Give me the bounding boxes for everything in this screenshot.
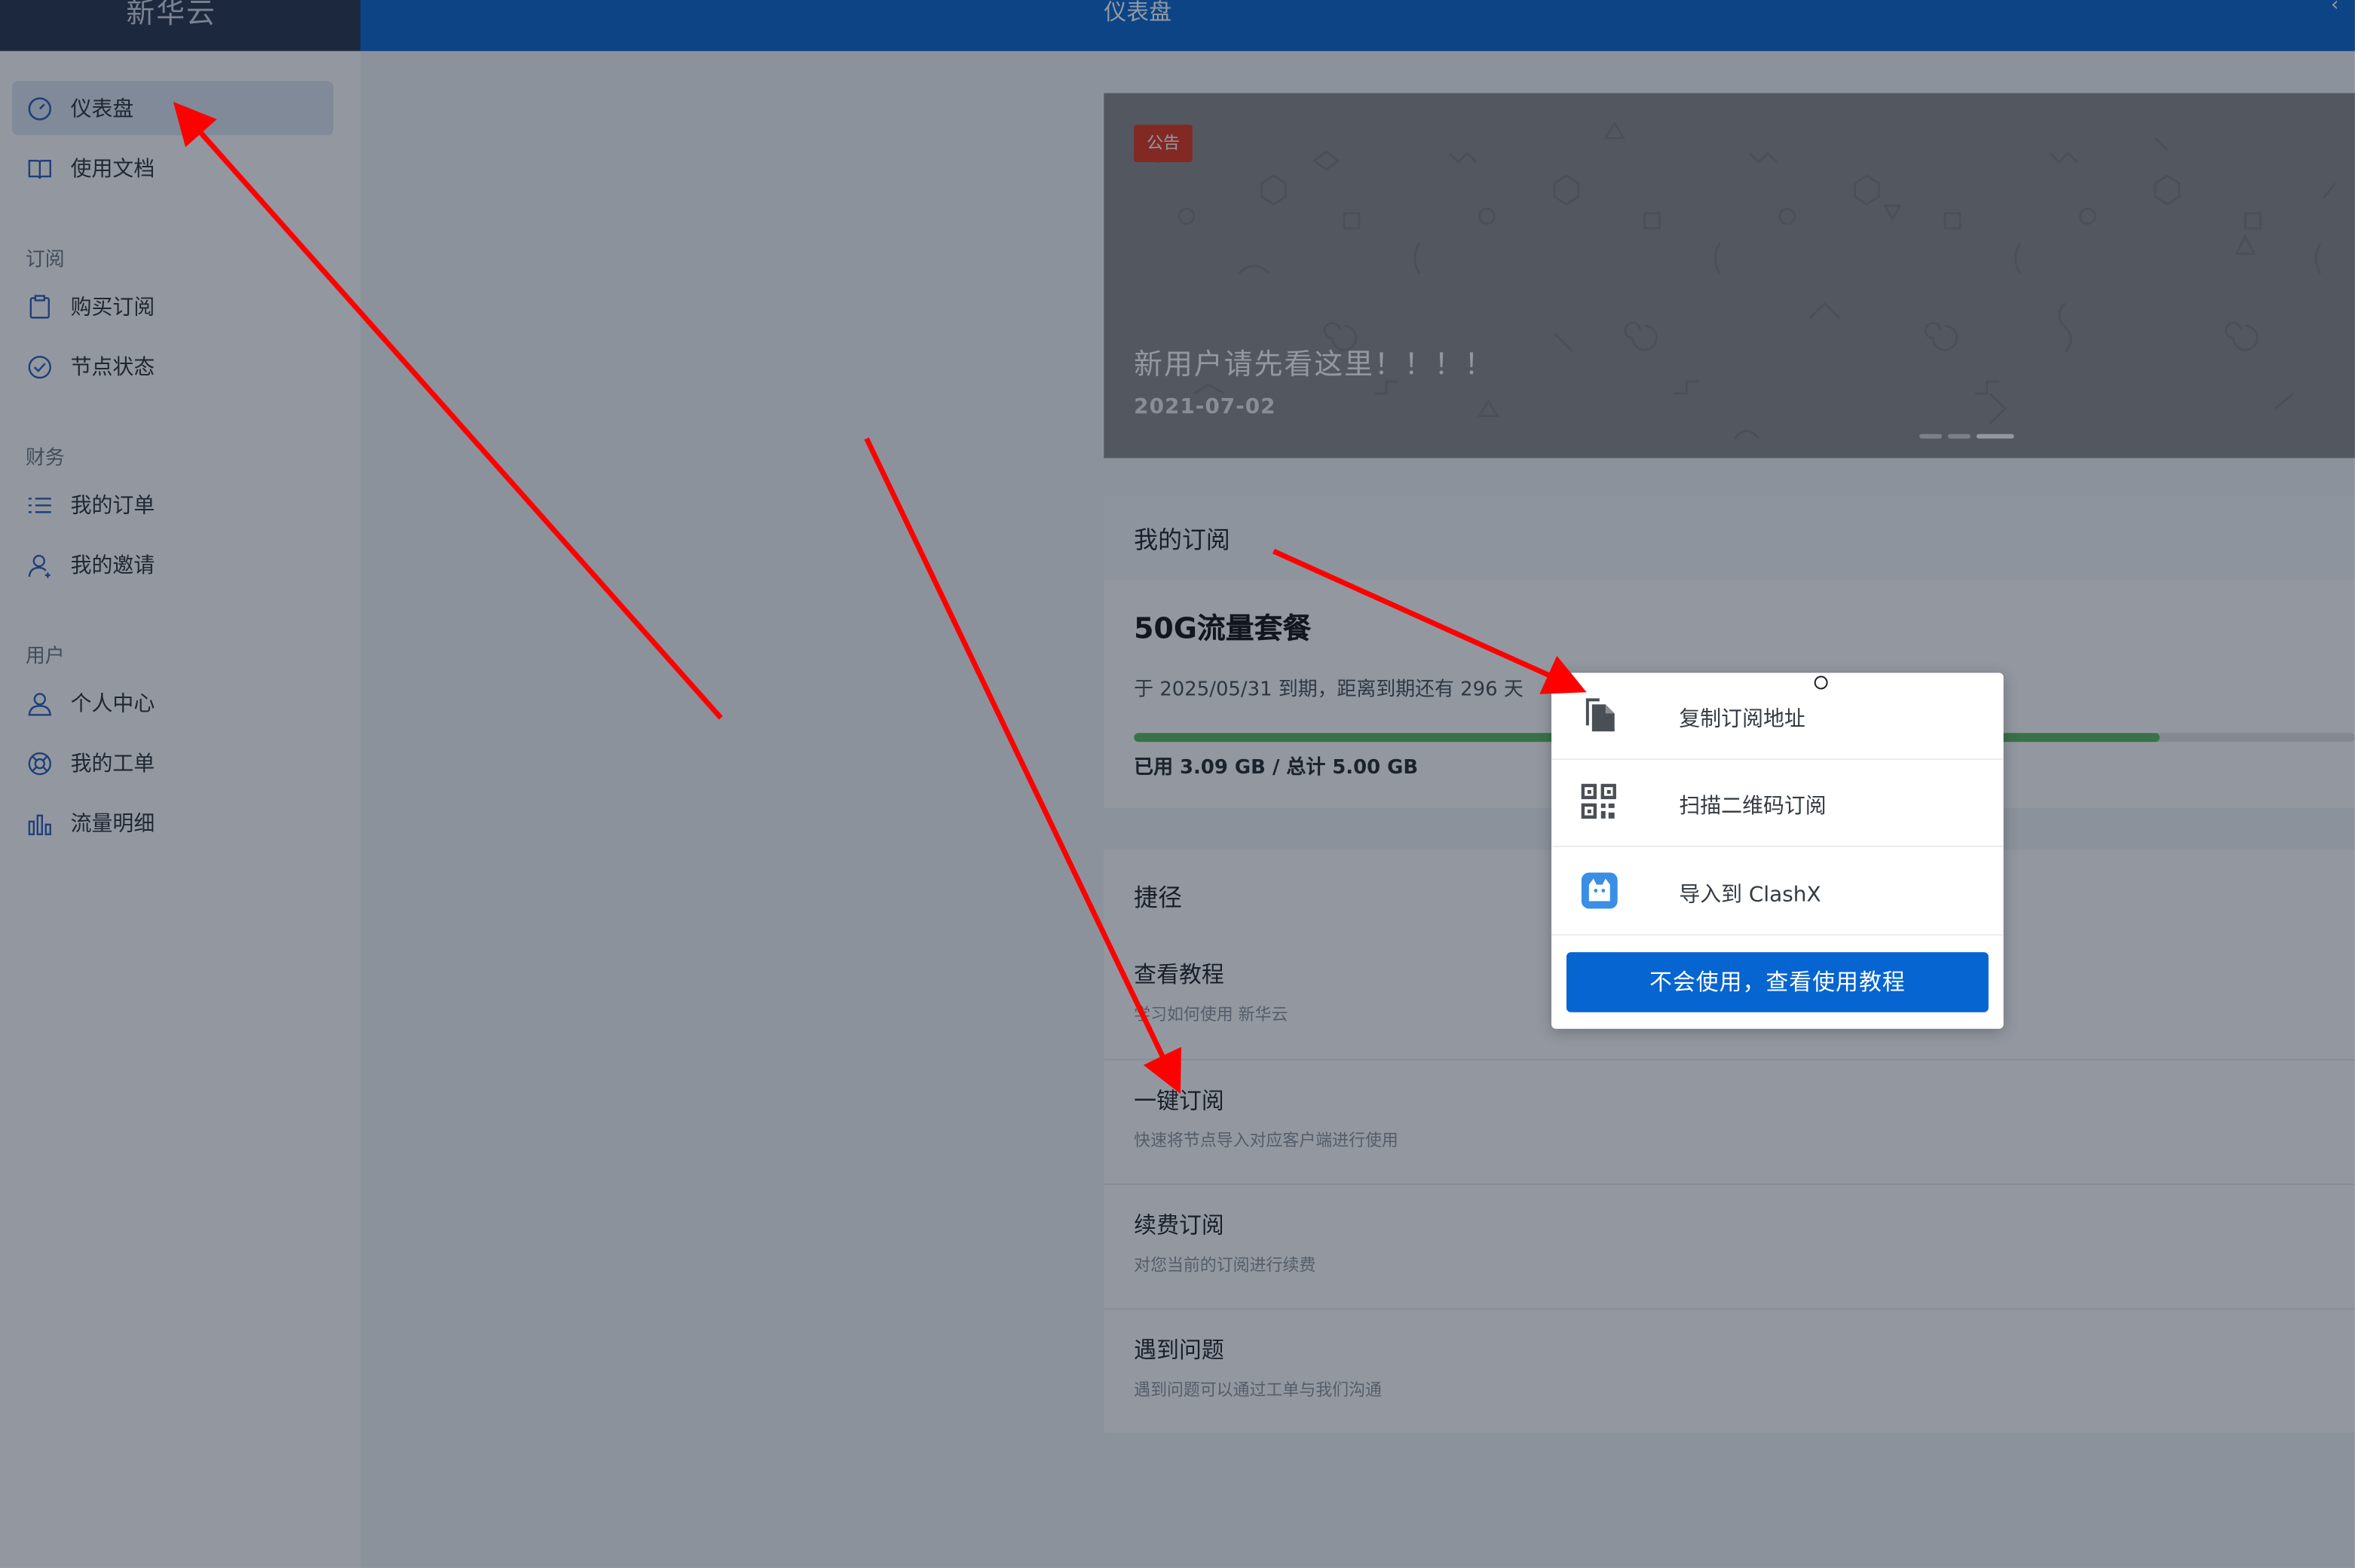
annotation-arrow (864, 437, 1182, 1095)
annotation-arrow (173, 102, 723, 720)
annotation-arrows (173, 102, 1587, 1095)
annotation-arrow (1272, 548, 1587, 694)
